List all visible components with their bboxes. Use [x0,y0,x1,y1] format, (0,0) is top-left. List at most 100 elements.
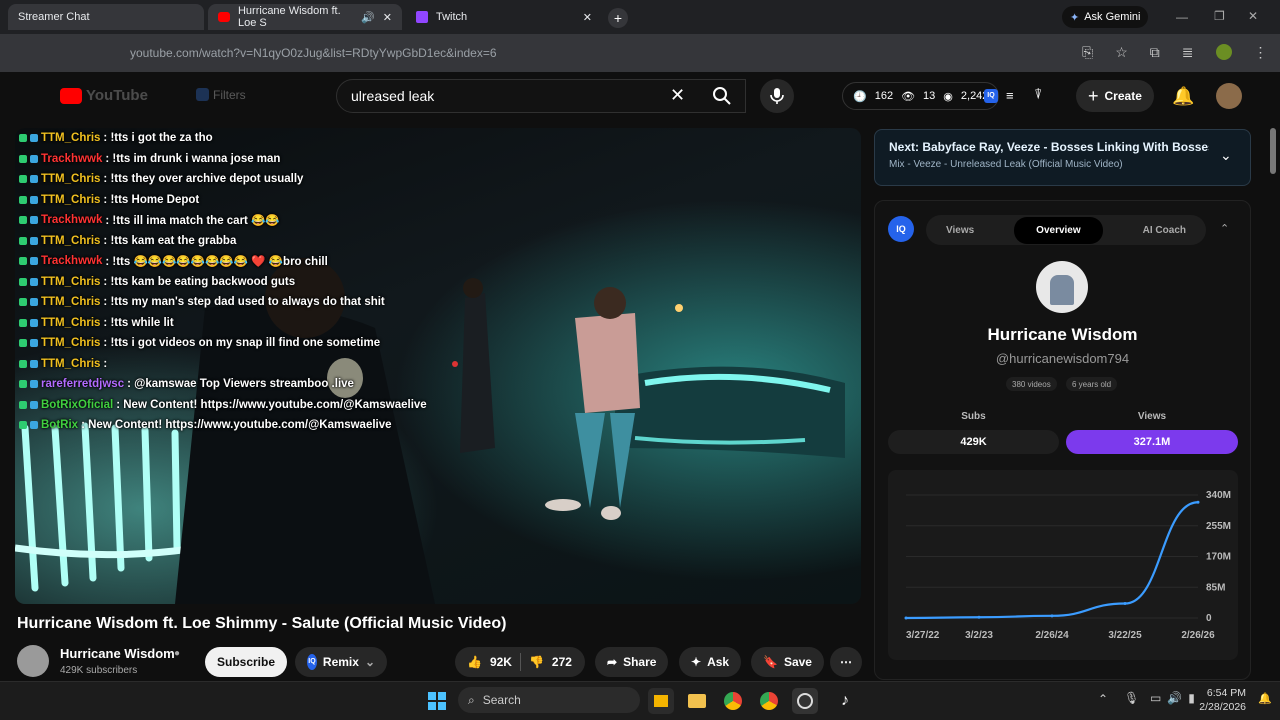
notifications-bell-icon[interactable]: 🔔 [1172,86,1194,107]
close-icon[interactable]: ✕ [383,11,392,24]
menu-icon[interactable]: ⋮ [1254,44,1268,61]
stats-widget[interactable]: 🕘 162 👁 13 ◉ 2,242 [842,82,1000,110]
chat-message: TTM_Chris: !tts they over archive depot … [19,169,479,190]
vidiq-tabs: Views Overview AI Coach [926,215,1206,245]
chat-overlay: TTM_Chris: !tts i got the za tho Trackhww… [19,128,479,436]
minimize-button[interactable]: — [1176,10,1188,24]
thumbs-up-icon[interactable]: 👍 [467,655,482,669]
ask-button[interactable]: ✦ Ask [679,647,742,677]
close-icon[interactable]: ✕ [583,11,592,24]
account-avatar[interactable] [1216,83,1242,109]
chat-badge-icon [19,216,27,225]
views-data-point [1050,614,1054,618]
windows-start-icon[interactable] [424,688,450,714]
next-up-title: Next: Babyface Ray, Veeze - Bosses Linki… [889,140,1209,154]
video-count-badge: 380 videos [1006,377,1057,391]
chat-username: TTM_Chris [41,275,101,288]
filter-label: Filters [213,88,246,102]
chrome-profile-icon[interactable] [756,688,782,714]
views-toggle[interactable]: 327.1M [1066,430,1238,454]
clock-date[interactable]: 2/28/2026 [1196,701,1246,713]
ask-gemini-button[interactable]: ✦ Ask Gemini [1062,6,1149,28]
microphone-icon[interactable]: 🎙 [1124,691,1139,705]
tab-youtube-video[interactable]: Hurricane Wisdom ft. Loe S 🔊 ✕ [208,4,402,30]
filter-chip[interactable]: Filters [196,88,246,102]
tiktok-icon[interactable]: ♪ [832,688,858,714]
scrollbar-thumb[interactable] [1270,128,1276,174]
clear-search-icon[interactable]: ✕ [670,85,685,106]
thumbs-down-icon[interactable]: 👎 [529,655,544,669]
chat-username: TTM_Chris [41,337,101,350]
chevron-down-icon: ⌄ [364,655,375,669]
taskbar-search[interactable]: ⌕ Search [458,687,640,713]
profile-icon[interactable] [1215,44,1232,60]
tab-overview[interactable]: Overview [1014,216,1103,244]
url-field[interactable]: youtube.com/watch?v=N1qyO0zJug&list=RDty… [130,46,497,60]
star-icon[interactable]: ☆ [1115,44,1128,61]
channel-avatar[interactable] [17,645,49,677]
next-up-card[interactable]: Next: Babyface Ray, Veeze - Bosses Linki… [874,129,1251,186]
clock-time[interactable]: 6:54 PM [1196,687,1246,699]
trophy-icon[interactable]: ⍒ [1034,86,1042,103]
tab-streamer-chat[interactable]: Streamer Chat [8,4,204,30]
file-explorer-icon[interactable] [684,688,710,714]
iq-logo-icon[interactable]: IQ [984,89,998,103]
tray-chevron-icon[interactable]: ⌃ [1098,692,1108,706]
chat-text: : !tts kam eat the grabba [103,234,237,247]
chat-text: : New Content! https://www.youtube.com/@… [81,419,392,432]
video-player[interactable]: TTM_Chris: !tts i got the za tho Trackhww… [15,128,861,604]
obs-icon[interactable] [792,688,818,714]
chat-badge-icon [30,154,38,163]
speaker-icon: 🔊 [361,11,375,24]
tab-ai-coach[interactable]: AI Coach [1143,225,1186,236]
chat-badge-icon [30,339,38,348]
chat-username: TTM_Chris [41,234,101,247]
chrome-icon[interactable] [720,688,746,714]
chevron-down-icon[interactable]: ⌄ [1220,147,1232,164]
x-tick-label: 3/22/25 [1108,630,1142,641]
store-icon[interactable] [648,688,674,714]
cast-icon[interactable]: ⎘ [1082,44,1093,61]
volume-icon: 🔊 [1167,691,1183,705]
subscribe-label: Subscribe [217,655,276,669]
subs-toggle[interactable]: 429K [888,430,1059,454]
channel-name[interactable]: Hurricane Wisdom [60,646,175,661]
save-button[interactable]: 🔖 Save [751,647,824,677]
tab-twitch[interactable]: Twitch ✕ [406,4,602,30]
chat-badge-icon [30,400,38,409]
search-button[interactable] [698,79,746,113]
more-actions-button[interactable]: ⋯ [830,647,862,677]
collapse-icon[interactable]: ⌃ [1220,222,1229,235]
remix-button[interactable]: IQ Remix ⌄ [295,647,387,677]
chat-username: BotRixOficial [41,398,114,411]
tab-views[interactable]: Views [946,225,974,236]
maximize-button[interactable]: ❐ [1214,9,1225,23]
voice-search-button[interactable] [760,79,794,113]
list-icon[interactable]: ≡ [1006,88,1014,103]
chat-badge-icon [30,175,38,184]
views-series-line [905,501,1199,620]
dislike-count[interactable]: 272 [552,655,572,669]
chat-badge-icon [30,318,38,327]
notification-icon[interactable]: 🔔 [1258,692,1272,705]
youtube-logo-icon[interactable] [60,88,82,104]
y-tick-label: 85M [1206,582,1225,593]
system-tray[interactable]: ▭ 🔊 ▮ [1150,691,1195,705]
plus-icon: + [1088,85,1099,106]
extensions-icon[interactable]: ⧉ [1150,44,1160,61]
views-growth-chart: 0 85M 170M 255M 340M 3/27/22 3/2/23 2/26/24 3/22… [904,490,1231,641]
chat-badge-icon [30,277,38,286]
like-count[interactable]: 92K [490,655,512,669]
share-button[interactable]: ➦ Share [595,647,669,677]
subscribe-button[interactable]: Subscribe [205,647,288,677]
chat-message: TTM_Chris: !tts i got videos on my snap … [19,333,479,354]
chat-text: : !tts i got the za tho [103,132,213,145]
chat-text: : !tts while lit [103,316,174,329]
chat-badge-icon [19,298,27,307]
close-window-button[interactable]: ✕ [1248,9,1258,23]
vidiq-logo-icon: IQ [888,216,914,242]
views-data-point [904,616,908,620]
create-button[interactable]: + Create [1076,80,1154,112]
media-icon[interactable]: ≣ [1182,44,1194,61]
new-tab-button[interactable]: + [608,8,628,28]
